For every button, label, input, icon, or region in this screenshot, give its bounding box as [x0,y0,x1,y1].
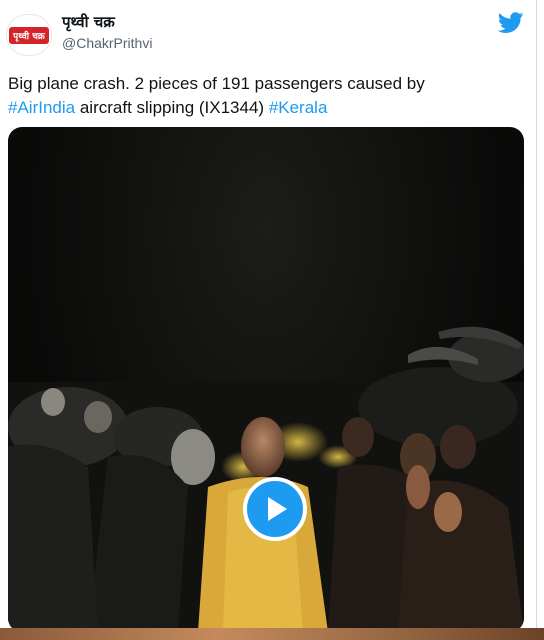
hashtag-airindia[interactable]: #AirIndia [8,98,75,117]
twitter-bird-icon[interactable] [498,12,524,34]
tweet-text: Big plane crash. 2 pieces of 191 passeng… [8,72,523,120]
avatar-logo-text: पृथ्वी चक्र [9,26,49,44]
user-handle[interactable]: @ChakrPrithvi [62,35,152,51]
play-button[interactable] [243,477,307,541]
display-name[interactable]: पृथ्वी चक्र [62,12,115,32]
hashtag-kerala[interactable]: #Kerala [269,98,328,117]
tweet-card[interactable]: पृथ्वी चक्र पृथ्वी चक्र @ChakrPrithvi Bi… [0,0,537,632]
play-icon [268,497,287,521]
tweet-text-part2: aircraft slipping (IX1344) [75,98,269,117]
tweet-header: पृथ्वी चक्र पृथ्वी चक्र @ChakrPrithvi [0,0,536,60]
avatar[interactable]: पृथ्वी चक्र [6,14,52,56]
video-player[interactable] [8,127,524,632]
video-frame [8,326,524,632]
tweet-text-part1: Big plane crash. 2 pieces of 191 passeng… [8,74,425,93]
background-strip [0,628,544,640]
